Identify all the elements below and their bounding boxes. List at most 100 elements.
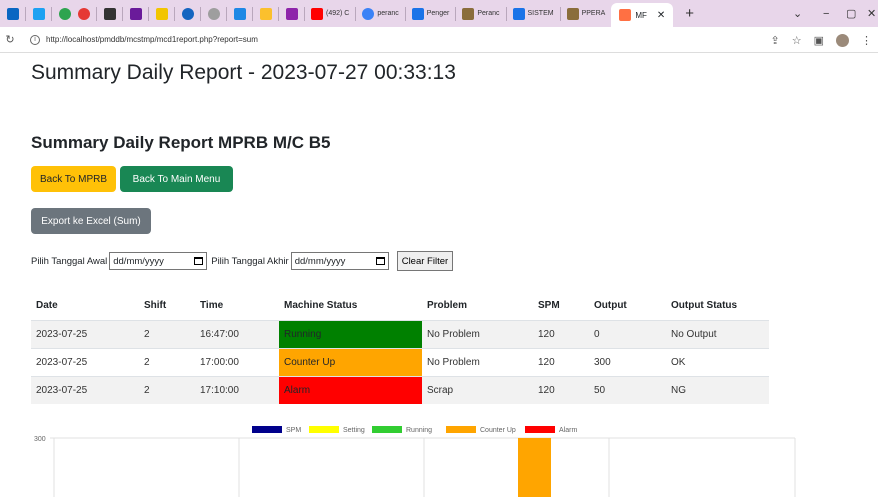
- app-icon[interactable]: [130, 7, 142, 20]
- output-cell: 300: [589, 347, 666, 376]
- tab-search-chevron-icon[interactable]: ⌄: [793, 0, 802, 27]
- column-header: Output: [589, 292, 666, 321]
- end-date-label: Pilih Tanggal Akhir: [211, 255, 289, 267]
- browser-tab[interactable]: Penger: [411, 0, 449, 27]
- start-date-label: Pilih Tanggal Awal: [31, 255, 108, 267]
- clear-filter-button[interactable]: Clear Filter: [396, 251, 454, 271]
- chart-bars: [518, 438, 551, 497]
- app-icon[interactable]: [78, 7, 90, 20]
- date-cell: 2023-07-25: [31, 347, 139, 376]
- output-cell: 50: [589, 375, 666, 404]
- site-info-icon[interactable]: i: [30, 34, 40, 45]
- table-row: 2023-07-25 2 17:00:00 Counter Up No Prob…: [31, 347, 769, 376]
- tab-separator: [304, 6, 305, 21]
- page-content: Summary Daily Report - 2023-07-27 00:33:…: [0, 53, 878, 497]
- summary-table: Date Shift Time Machine Status Problem S…: [31, 292, 769, 404]
- browser-tab-bar: (492) C peranc Penger Peranc SISTEM PPER…: [0, 0, 878, 27]
- date-cell: 2023-07-25: [31, 375, 139, 404]
- end-date-input[interactable]: dd/mm/yyyy: [290, 252, 389, 270]
- linkedin-icon[interactable]: [7, 7, 19, 20]
- tab-separator: [25, 6, 26, 21]
- url-field[interactable]: http://localhost/pmddb/mcstmp/mcd1report…: [46, 35, 258, 44]
- chart-legend: SPM Setting Running Counter Up Alarm: [252, 426, 577, 434]
- browser-tab[interactable]: peranc: [362, 0, 399, 27]
- browser-tab[interactable]: SISTEM: [512, 0, 554, 27]
- calendar-icon[interactable]: [194, 257, 204, 265]
- app-icon[interactable]: [104, 7, 116, 20]
- legend-swatch[interactable]: [309, 426, 339, 433]
- reload-icon[interactable]: ↻: [0, 33, 20, 46]
- legend-swatch[interactable]: [252, 426, 282, 433]
- legend-label: Running: [406, 427, 432, 434]
- youtube-icon: [311, 7, 323, 20]
- time-cell: 17:10:00: [195, 375, 279, 404]
- column-header: Output Status: [666, 292, 769, 321]
- back-to-mprb-button[interactable]: Back To MPRB: [31, 166, 116, 192]
- twitter-icon[interactable]: [33, 7, 45, 20]
- column-header: SPM: [533, 292, 589, 321]
- tab-separator: [148, 6, 149, 21]
- status-chart: SPM Setting Running Counter Up Alarm 300: [34, 426, 796, 497]
- chart-bar[interactable]: [518, 438, 551, 497]
- problem-cell: No Problem: [422, 319, 533, 348]
- date-filter: Pilih Tanggal Awal dd/mm/yyyy Pilih Tang…: [31, 250, 454, 272]
- doc-icon: [411, 7, 424, 20]
- web-icon: [362, 7, 375, 20]
- doc-icon: [512, 7, 525, 20]
- address-bar: ↻ i http://localhost/pmddb/mcstmp/mcd1re…: [0, 27, 878, 53]
- back-to-main-menu-button[interactable]: Back To Main Menu: [120, 166, 233, 192]
- legend-swatch[interactable]: [446, 426, 476, 433]
- tab-separator: [278, 6, 279, 21]
- start-date-input[interactable]: dd/mm/yyyy: [109, 252, 208, 270]
- machine-status-cell: Running: [279, 319, 422, 348]
- sidebar-icon[interactable]: ▣: [814, 34, 824, 47]
- legend-label: Counter Up: [480, 427, 516, 434]
- bookmark-star-icon[interactable]: ☆: [792, 34, 802, 47]
- calendar-icon[interactable]: [375, 257, 385, 265]
- pdf-icon: [462, 7, 475, 20]
- toolbar-right: ⇪ ☆ ▣ ⋮: [771, 27, 872, 53]
- time-cell: 16:47:00: [195, 319, 279, 348]
- browser-tab[interactable]: Peranc: [462, 0, 500, 27]
- avatar[interactable]: [836, 33, 849, 47]
- active-browser-tab[interactable]: MF ✕: [611, 3, 674, 27]
- tab-separator: [252, 6, 253, 21]
- problem-cell: No Problem: [422, 347, 533, 376]
- close-tab-icon[interactable]: ✕: [657, 10, 665, 21]
- app-icon[interactable]: [234, 7, 246, 20]
- time-cell: 17:00:00: [195, 347, 279, 376]
- legend-label: SPM: [286, 427, 301, 434]
- close-window-icon[interactable]: ✕: [867, 0, 876, 27]
- output-status-cell: No Output: [666, 319, 769, 348]
- app-icon[interactable]: [208, 7, 220, 20]
- page-title: Summary Daily Report - 2023-07-27 00:33:…: [31, 61, 456, 84]
- column-header: Shift: [139, 292, 195, 321]
- legend-swatch[interactable]: [525, 426, 555, 433]
- app-icon[interactable]: [182, 7, 194, 20]
- tab-separator: [559, 6, 561, 21]
- tab-separator: [122, 6, 123, 21]
- browser-tab[interactable]: PPERA: [566, 0, 605, 27]
- browser-tab[interactable]: (492) C: [311, 0, 349, 27]
- tab-separator: [174, 6, 175, 21]
- column-header: Date: [31, 292, 139, 321]
- spm-cell: 120: [533, 375, 589, 404]
- column-header: Machine Status: [279, 292, 422, 321]
- shift-cell: 2: [139, 319, 195, 348]
- app-icon[interactable]: [260, 7, 272, 20]
- app-icon[interactable]: [286, 7, 298, 20]
- share-icon[interactable]: ⇪: [771, 34, 780, 47]
- export-excel-button[interactable]: Export ke Excel (Sum): [31, 208, 151, 234]
- page-subtitle: Summary Daily Report MPRB M/C B5: [31, 133, 331, 152]
- pdf-icon: [566, 7, 579, 20]
- tab-separator: [226, 6, 227, 21]
- app-icon[interactable]: [59, 7, 71, 20]
- restore-icon[interactable]: ▢: [846, 0, 856, 27]
- new-tab-icon[interactable]: +: [685, 5, 694, 22]
- legend-label: Alarm: [559, 427, 577, 434]
- tab-separator: [355, 6, 357, 21]
- app-icon[interactable]: [156, 7, 168, 20]
- legend-swatch[interactable]: [372, 426, 402, 433]
- menu-icon[interactable]: ⋮: [861, 34, 872, 47]
- minimize-icon[interactable]: −: [823, 0, 829, 27]
